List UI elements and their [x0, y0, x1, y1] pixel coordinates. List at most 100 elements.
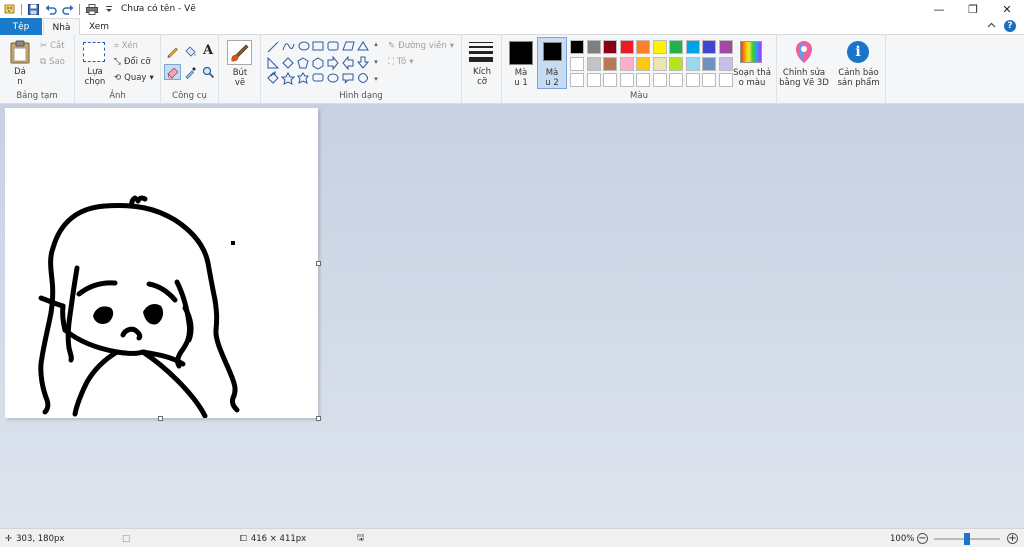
crop-label: Xén: [121, 41, 138, 51]
palette-swatch[interactable]: [636, 56, 650, 71]
undo-icon[interactable]: [44, 3, 57, 16]
eraser-tool-selected[interactable]: [164, 64, 181, 80]
restore-button[interactable]: ❐: [956, 0, 990, 18]
copy-button[interactable]: ⧉ Sao: [40, 57, 65, 67]
expand-gallery-icon[interactable]: ▾: [374, 75, 378, 83]
rotate-button[interactable]: ⟲ Quay ▾: [114, 73, 154, 83]
colors-group-label: Màu: [630, 91, 648, 101]
edit-with-paint3d-button[interactable]: Chỉnh sửa bằng Vẽ 3D: [777, 68, 831, 88]
palette-swatch[interactable]: [669, 40, 683, 54]
text-tool-icon[interactable]: A: [203, 43, 213, 58]
scroll-up-icon[interactable]: ▴: [374, 40, 378, 48]
zoom-out-button[interactable]: −: [917, 529, 928, 547]
tab-file[interactable]: Tệp: [0, 18, 42, 35]
palette-swatch[interactable]: [619, 56, 634, 71]
palette-swatch[interactable]: [718, 73, 733, 87]
resize-handle-corner[interactable]: [316, 416, 321, 421]
save-icon[interactable]: [27, 3, 40, 16]
palette-swatch[interactable]: [603, 73, 617, 87]
color1-button[interactable]: Mà u 1: [506, 68, 536, 88]
palette-swatch[interactable]: [636, 73, 650, 87]
zoom-out-icon: −: [917, 533, 928, 544]
palette-swatch[interactable]: [586, 73, 601, 87]
color2-swatch[interactable]: [543, 42, 562, 61]
palette-swatch[interactable]: [685, 56, 700, 71]
palette-swatch[interactable]: [702, 56, 716, 71]
shapes-gallery[interactable]: [266, 40, 378, 85]
palette-swatch[interactable]: [718, 40, 733, 54]
palette-swatch[interactable]: [669, 56, 683, 71]
palette-swatch[interactable]: [603, 40, 617, 54]
zoom-in-button[interactable]: +: [1007, 529, 1018, 547]
palette-swatch[interactable]: [603, 56, 617, 71]
canvas-size-text: 416 × 411px: [250, 533, 307, 544]
crop-button[interactable]: ⌗ Xén: [114, 41, 138, 51]
shapes-scroll[interactable]: ▴ ▾ ▾: [372, 40, 380, 83]
minimize-button[interactable]: —: [922, 0, 956, 18]
fill-label: Tô: [396, 57, 407, 67]
ribbon-right-controls: ?: [987, 20, 1016, 32]
palette-swatch[interactable]: [619, 73, 634, 87]
product-alert-button[interactable]: Cảnh báo sản phẩm: [831, 68, 886, 88]
line-width-icon[interactable]: [469, 42, 493, 62]
palette-swatch[interactable]: [685, 73, 700, 87]
rotate-icon: ⟲: [114, 73, 122, 83]
outline-icon: ✎: [388, 41, 396, 51]
palette-swatch[interactable]: [586, 56, 601, 71]
close-button[interactable]: ✕: [990, 0, 1024, 18]
palette-swatch[interactable]: [702, 40, 716, 54]
outline-label: Đường viền: [398, 41, 447, 51]
pencil-icon[interactable]: [166, 45, 179, 61]
zoom-slider-thumb[interactable]: [964, 533, 970, 545]
collapse-ribbon-icon[interactable]: [987, 21, 996, 31]
palette-swatch[interactable]: [702, 73, 716, 87]
cut-button[interactable]: ✂ Cắt: [40, 41, 65, 51]
color2-button[interactable]: Mà u 2: [538, 68, 566, 88]
outline-button[interactable]: ✎ Đường viền ▾: [388, 41, 454, 51]
edit-colors-button[interactable]: Soạn thả o màu: [732, 68, 772, 88]
paste-button[interactable]: Dá n: [5, 67, 35, 87]
zoom-slider-track[interactable]: [934, 533, 1000, 545]
qat-separator: [21, 3, 22, 15]
rotate-label: Quay: [124, 73, 147, 83]
resize-button[interactable]: ⤡ Đổi cỡ: [114, 57, 151, 67]
image-group: Lựa chọn ⌗ Xén ⤡ Đổi cỡ ⟲ Quay ▾ Ảnh: [75, 35, 161, 104]
tab-view[interactable]: Xem: [84, 18, 114, 35]
palette-swatch[interactable]: [570, 56, 584, 71]
paste-icon[interactable]: [9, 40, 31, 67]
edit-colors-icon[interactable]: [740, 41, 762, 63]
color1-swatch[interactable]: [509, 41, 533, 65]
palette-swatch[interactable]: [570, 73, 584, 87]
brushes-button[interactable]: Bút vẽ: [221, 68, 259, 88]
paint-app-icon[interactable]: [3, 3, 16, 16]
print-icon[interactable]: [85, 3, 98, 16]
palette-swatch[interactable]: [669, 73, 683, 87]
brush-icon[interactable]: [227, 40, 252, 65]
size-button[interactable]: Kích cỡ: [464, 67, 500, 87]
resize-handle-right[interactable]: [316, 261, 321, 266]
drawing-canvas[interactable]: [5, 108, 318, 419]
palette-swatch[interactable]: [685, 40, 700, 54]
palette-swatch[interactable]: [652, 40, 667, 54]
palette-swatch[interactable]: [652, 56, 667, 71]
select-icon[interactable]: [83, 42, 105, 62]
palette-swatch[interactable]: [636, 40, 650, 54]
palette-swatch[interactable]: [619, 40, 634, 54]
magnifier-icon[interactable]: [202, 66, 215, 82]
color-picker-icon[interactable]: [184, 66, 197, 82]
resize-handle-bottom[interactable]: [158, 416, 163, 421]
select-button[interactable]: Lựa chọn: [78, 67, 112, 87]
help-icon[interactable]: ?: [1004, 20, 1016, 32]
qat-customize-dropdown-icon[interactable]: [102, 3, 115, 16]
redo-icon[interactable]: [61, 3, 74, 16]
paint3d-icon[interactable]: [793, 41, 815, 68]
fill-button[interactable]: ⛶ Tô ▾: [388, 57, 414, 67]
tab-home[interactable]: Nhà: [43, 18, 80, 36]
fill-bucket-icon[interactable]: [184, 45, 197, 61]
palette-swatch[interactable]: [586, 40, 601, 54]
palette-swatch[interactable]: [652, 73, 667, 87]
palette-swatch[interactable]: [718, 56, 733, 71]
palette-swatch[interactable]: [570, 40, 584, 54]
info-icon[interactable]: i: [847, 41, 869, 63]
scroll-down-icon[interactable]: ▾: [374, 58, 378, 66]
